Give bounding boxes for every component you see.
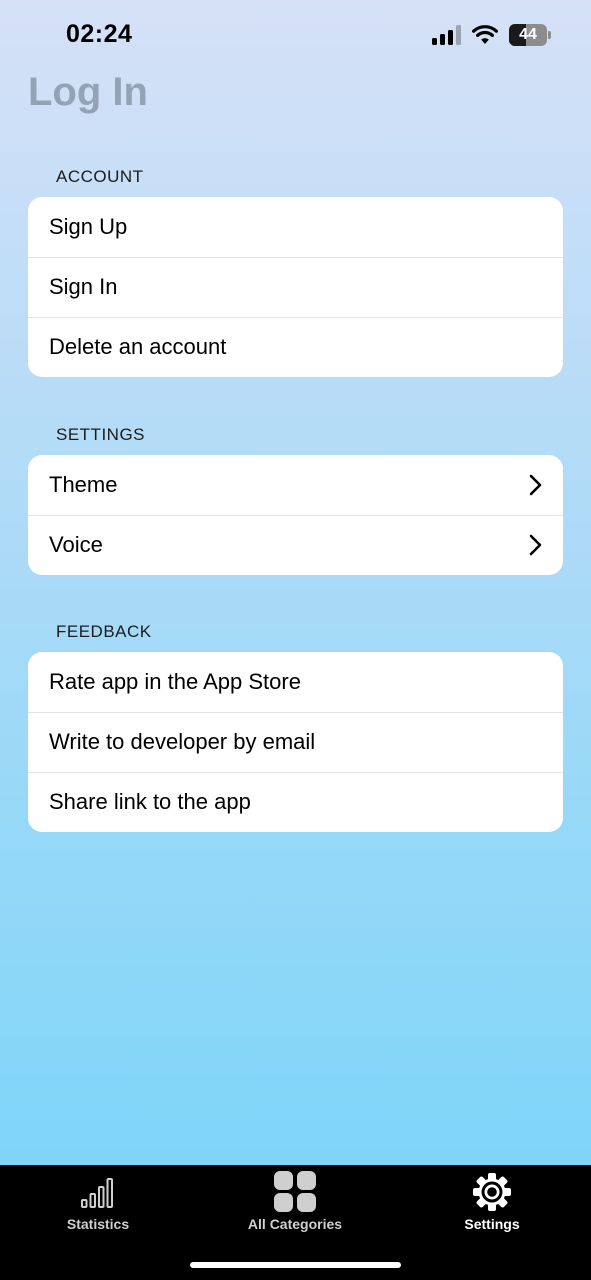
tab-all-categories[interactable]: All Categories <box>215 1171 375 1241</box>
tab-statistics[interactable]: Statistics <box>18 1171 178 1241</box>
tab-label: Settings <box>464 1216 520 1232</box>
home-indicator <box>190 1262 401 1268</box>
section-header-settings: SETTINGS <box>56 425 146 444</box>
status-icons: 44 <box>432 22 551 48</box>
row-label: Sign In <box>49 274 118 299</box>
sign-up-row[interactable]: Sign Up <box>28 197 563 257</box>
delete-account-row[interactable]: Delete an account <box>28 317 563 377</box>
row-label: Sign Up <box>49 214 128 239</box>
section-header-feedback: FEEDBACK <box>56 622 152 641</box>
grid-icon <box>274 1171 316 1212</box>
battery-percentage: 44 <box>519 26 537 43</box>
gear-icon <box>473 1173 511 1211</box>
status-bar: 02:24 44 <box>0 0 591 70</box>
battery-icon: 44 <box>509 24 551 46</box>
section-header-account: ACCOUNT <box>56 167 144 186</box>
theme-row[interactable]: Theme <box>28 455 563 515</box>
tab-label: All Categories <box>247 1216 343 1232</box>
tab-settings[interactable]: Settings <box>412 1171 572 1241</box>
tab-label: Statistics <box>66 1216 130 1232</box>
wifi-icon <box>472 25 498 44</box>
row-label: Share link to the app <box>49 789 251 814</box>
feedback-group: Rate app in the App Store Write to devel… <box>28 652 563 832</box>
sign-in-row[interactable]: Sign In <box>28 257 563 317</box>
settings-group: Theme Voice <box>28 455 563 575</box>
chevron-right-icon <box>529 474 542 496</box>
page-title: Log In <box>28 70 148 114</box>
email-developer-row[interactable]: Write to developer by email <box>28 712 563 772</box>
bar-chart-icon <box>81 1178 113 1208</box>
row-label: Theme <box>49 472 118 497</box>
status-time: 02:24 <box>66 20 133 48</box>
share-link-row[interactable]: Share link to the app <box>28 772 563 832</box>
row-label: Voice <box>49 532 103 557</box>
voice-row[interactable]: Voice <box>28 515 563 575</box>
row-label: Rate app in the App Store <box>49 669 301 694</box>
account-group: Sign Up Sign In Delete an account <box>28 197 563 377</box>
row-label: Write to developer by email <box>49 729 316 754</box>
cellular-signal-icon <box>432 25 461 45</box>
row-label: Delete an account <box>49 334 227 359</box>
rate-app-row[interactable]: Rate app in the App Store <box>28 652 563 712</box>
chevron-right-icon <box>529 534 542 556</box>
